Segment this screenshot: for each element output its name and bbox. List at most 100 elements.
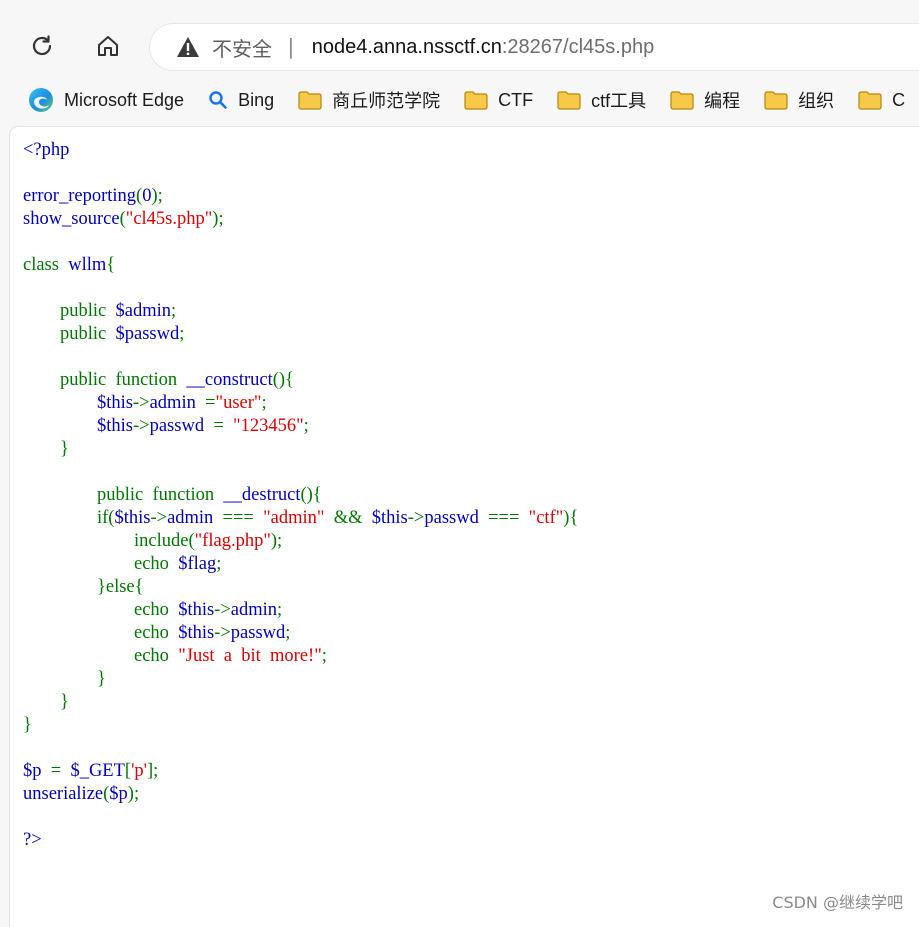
bookmark-folder-programming[interactable]: 编程	[670, 87, 740, 113]
code-token: __destruct	[223, 485, 301, 505]
code-token: {	[106, 255, 116, 275]
security-status-label[interactable]: 不安全	[212, 33, 272, 62]
bookmark-microsoft-edge[interactable]: Microsoft Edge	[28, 87, 184, 113]
code-token: );	[127, 784, 140, 804]
code-token: ;	[321, 646, 327, 666]
code-token: "user"	[215, 393, 262, 413]
code-token: ->	[407, 508, 425, 528]
folder-icon	[557, 90, 581, 110]
bookmark-folder-ctf[interactable]: CTF	[464, 90, 533, 111]
code-token: $admin	[115, 301, 172, 321]
code-line: error_reporting(0);	[23, 185, 578, 208]
bookmark-folder-ctf-tools[interactable]: ctf工具	[557, 87, 646, 113]
code-token: $this	[178, 600, 215, 620]
search-icon	[209, 91, 227, 109]
code-token: ){	[563, 508, 579, 528]
url-host: node4.anna.nssctf.cn	[311, 35, 502, 58]
warning-icon[interactable]	[176, 36, 200, 58]
code-line: }	[23, 438, 578, 461]
code-line: echo $this->passwd;	[23, 622, 578, 645]
code-line: }	[23, 714, 578, 737]
code-token: ];	[147, 761, 159, 781]
code-token: =	[50, 761, 71, 781]
url-path: :28267/cl45s.php	[501, 35, 655, 58]
watermark: CSDN @继续学吧	[772, 893, 903, 912]
code-line: public $admin;	[23, 300, 578, 323]
code-token: =	[213, 416, 234, 436]
code-token: &&	[333, 508, 372, 528]
bookmark-label: 编程	[704, 91, 741, 111]
php-source-code: <?php error_reporting(0); show_source("cl…	[23, 139, 578, 852]
code-line: $this->admin ="user";	[23, 392, 578, 415]
folder-icon	[298, 90, 322, 110]
code-line: echo "Just a bit more!";	[23, 645, 578, 668]
address-bar[interactable]: 不安全 | node4.anna.nssctf.cn:28267/cl45s.p…	[150, 24, 919, 70]
code-line: if($this->admin === "admin" && $this->pa…	[23, 507, 578, 530]
code-token: "ctf"	[528, 508, 564, 528]
refresh-button[interactable]	[22, 26, 62, 66]
code-token: }	[23, 669, 106, 689]
refresh-icon	[32, 35, 52, 56]
bookmark-folder-c[interactable]: C	[858, 90, 905, 111]
code-line: ?>	[23, 829, 578, 852]
code-token: if(	[23, 508, 115, 528]
code-token: class	[23, 255, 69, 275]
code-token: ;	[277, 600, 283, 620]
code-token: }	[23, 439, 69, 459]
code-line: unserialize($p);	[23, 783, 578, 806]
code-token: passwd	[424, 508, 489, 528]
code-token: ;	[216, 554, 222, 574]
code-token: }	[23, 715, 32, 735]
code-line: public $passwd;	[23, 323, 578, 346]
code-token: echo	[23, 646, 179, 666]
code-token: public	[23, 301, 116, 321]
code-token: $this	[114, 508, 151, 528]
page-content: <?php error_reporting(0); show_source("cl…	[10, 127, 919, 927]
code-token: passwd	[149, 416, 214, 436]
code-token: ?>	[23, 830, 42, 850]
bookmark-folder-school[interactable]: 商丘师范学院	[298, 87, 440, 113]
code-token: ;	[285, 623, 291, 643]
bookmark-label: Bing	[238, 89, 275, 110]
bookmark-folder-organization[interactable]: 组织	[764, 87, 834, 113]
code-token: "admin"	[263, 508, 334, 528]
code-token: include(	[23, 531, 195, 551]
code-token: ;	[179, 324, 185, 344]
bookmark-label: C	[892, 89, 906, 110]
home-button[interactable]	[88, 26, 128, 66]
code-token: (){	[272, 370, 294, 390]
code-token: admin	[167, 508, 223, 528]
code-line: class wllm{	[23, 254, 578, 277]
code-token: show_source	[23, 209, 120, 229]
code-token: ;	[261, 393, 267, 413]
code-token: public	[23, 324, 116, 344]
code-token: ->	[214, 623, 231, 643]
code-token: $passwd	[115, 324, 180, 344]
code-token: ->	[150, 508, 168, 528]
code-token: admin	[149, 393, 206, 413]
bookmarks-bar: Microsoft Edge Bing 商丘师范学院 CTF ctf工具 编程 …	[0, 80, 919, 120]
code-token: ->	[132, 416, 150, 436]
code-token: $p	[23, 761, 51, 781]
code-token: $_GET	[70, 761, 125, 781]
code-token: ===	[488, 508, 529, 528]
code-line: include("flag.php");	[23, 530, 578, 553]
code-line: $this->passwd = "123456";	[23, 415, 578, 438]
code-token: passwd	[230, 623, 286, 643]
bookmark-label: 商丘师范学院	[332, 91, 441, 111]
home-icon	[98, 36, 118, 56]
bookmark-bing[interactable]: Bing	[208, 90, 274, 111]
code-token: $this	[23, 393, 133, 413]
code-token: public function	[23, 370, 187, 390]
code-token: (){	[300, 485, 322, 505]
code-token: $this	[178, 623, 215, 643]
code-line: $p = $_GET['p'];	[23, 760, 578, 783]
code-token: echo	[23, 554, 179, 574]
code-token: }else{	[23, 577, 144, 597]
code-line: public function __destruct(){	[23, 484, 578, 507]
